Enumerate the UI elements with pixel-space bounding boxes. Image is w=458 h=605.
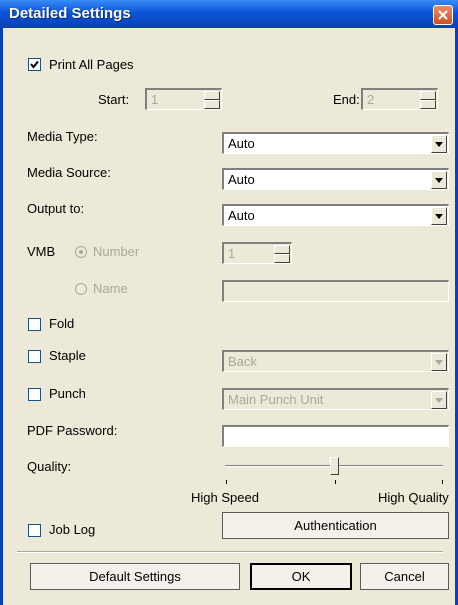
end-spin-buttons[interactable] (420, 91, 436, 109)
print-all-pages-checkbox[interactable] (28, 58, 41, 71)
vmb-label: VMB (27, 244, 56, 259)
vmb-name-label: Name (93, 281, 128, 296)
quality-min-label: High Speed (191, 490, 259, 505)
punch-dropdown-button[interactable] (431, 391, 447, 409)
cancel-button[interactable]: Cancel (360, 563, 449, 590)
start-spin-buttons[interactable] (204, 91, 220, 109)
end-value: 2 (367, 92, 375, 107)
staple-dropdown-button[interactable] (431, 353, 447, 371)
vmb-name-input[interactable] (222, 280, 449, 302)
end-label: End: (333, 92, 360, 107)
dialog-window: Detailed Settings Print All Pages Start:… (0, 0, 458, 605)
pdf-password-input[interactable] (222, 425, 449, 447)
vmb-number-label: Number (93, 244, 140, 259)
staple-select[interactable]: Back (222, 350, 449, 372)
media-source-label: Media Source: (27, 165, 111, 180)
punch-select[interactable]: Main Punch Unit (222, 388, 449, 410)
vmb-number-spinner[interactable]: 1 (222, 242, 292, 264)
vmb-spin-buttons[interactable] (274, 245, 290, 263)
punch-label: Punch (49, 386, 86, 401)
end-spinner[interactable]: 2 (361, 88, 438, 110)
start-label: Start: (98, 92, 130, 107)
output-to-select[interactable]: Auto (222, 204, 449, 226)
punch-checkbox[interactable] (28, 388, 41, 401)
media-type-value: Auto (228, 136, 255, 151)
quality-tick-max (442, 480, 443, 484)
staple-label: Staple (49, 348, 86, 363)
start-spinner[interactable]: 1 (145, 88, 222, 110)
job-log-checkbox[interactable] (28, 524, 41, 537)
chevron-down-icon (435, 214, 443, 219)
authentication-button[interactable]: Authentication (222, 512, 449, 539)
media-source-select[interactable]: Auto (222, 168, 449, 190)
vmb-number-radio[interactable] (75, 246, 87, 258)
start-value: 1 (151, 92, 159, 107)
quality-slider[interactable] (222, 455, 449, 485)
chevron-down-icon (435, 142, 443, 147)
fold-checkbox[interactable] (28, 318, 41, 331)
quality-tick-min (226, 480, 227, 484)
separator (17, 551, 443, 553)
vmb-number-value: 1 (228, 246, 236, 261)
media-type-label: Media Type: (27, 129, 98, 144)
punch-value: Main Punch Unit (228, 392, 324, 407)
pdf-password-label: PDF Password: (27, 423, 118, 438)
vmb-name-radio[interactable] (75, 283, 87, 295)
output-to-value: Auto (228, 208, 255, 223)
window-title: Detailed Settings (9, 5, 131, 22)
media-source-dropdown-button[interactable] (431, 171, 447, 189)
quality-tick-mid (335, 480, 336, 484)
output-to-label: Output to: (27, 201, 85, 216)
quality-label: Quality: (27, 459, 72, 474)
chevron-down-icon (435, 398, 443, 403)
staple-checkbox[interactable] (28, 350, 41, 363)
close-icon (438, 10, 448, 20)
chevron-down-icon (435, 360, 443, 365)
staple-value: Back (228, 354, 257, 369)
ok-button[interactable]: OK (250, 563, 352, 590)
dialog-body: Print All Pages Start: 1 End: 2 Media Ty… (0, 28, 458, 605)
job-log-label: Job Log (49, 522, 96, 537)
quality-max-label: High Quality (378, 490, 449, 505)
default-settings-button[interactable]: Default Settings (30, 563, 240, 590)
quality-slider-thumb[interactable] (329, 457, 339, 475)
checkmark-icon (30, 60, 39, 69)
fold-label: Fold (49, 316, 75, 331)
print-all-pages-label: Print All Pages (49, 57, 134, 72)
media-type-select[interactable]: Auto (222, 132, 449, 154)
output-to-dropdown-button[interactable] (431, 207, 447, 225)
chevron-down-icon (435, 178, 443, 183)
media-source-value: Auto (228, 172, 255, 187)
media-type-dropdown-button[interactable] (431, 135, 447, 153)
close-button[interactable] (433, 5, 453, 25)
title-bar[interactable]: Detailed Settings (0, 0, 458, 28)
